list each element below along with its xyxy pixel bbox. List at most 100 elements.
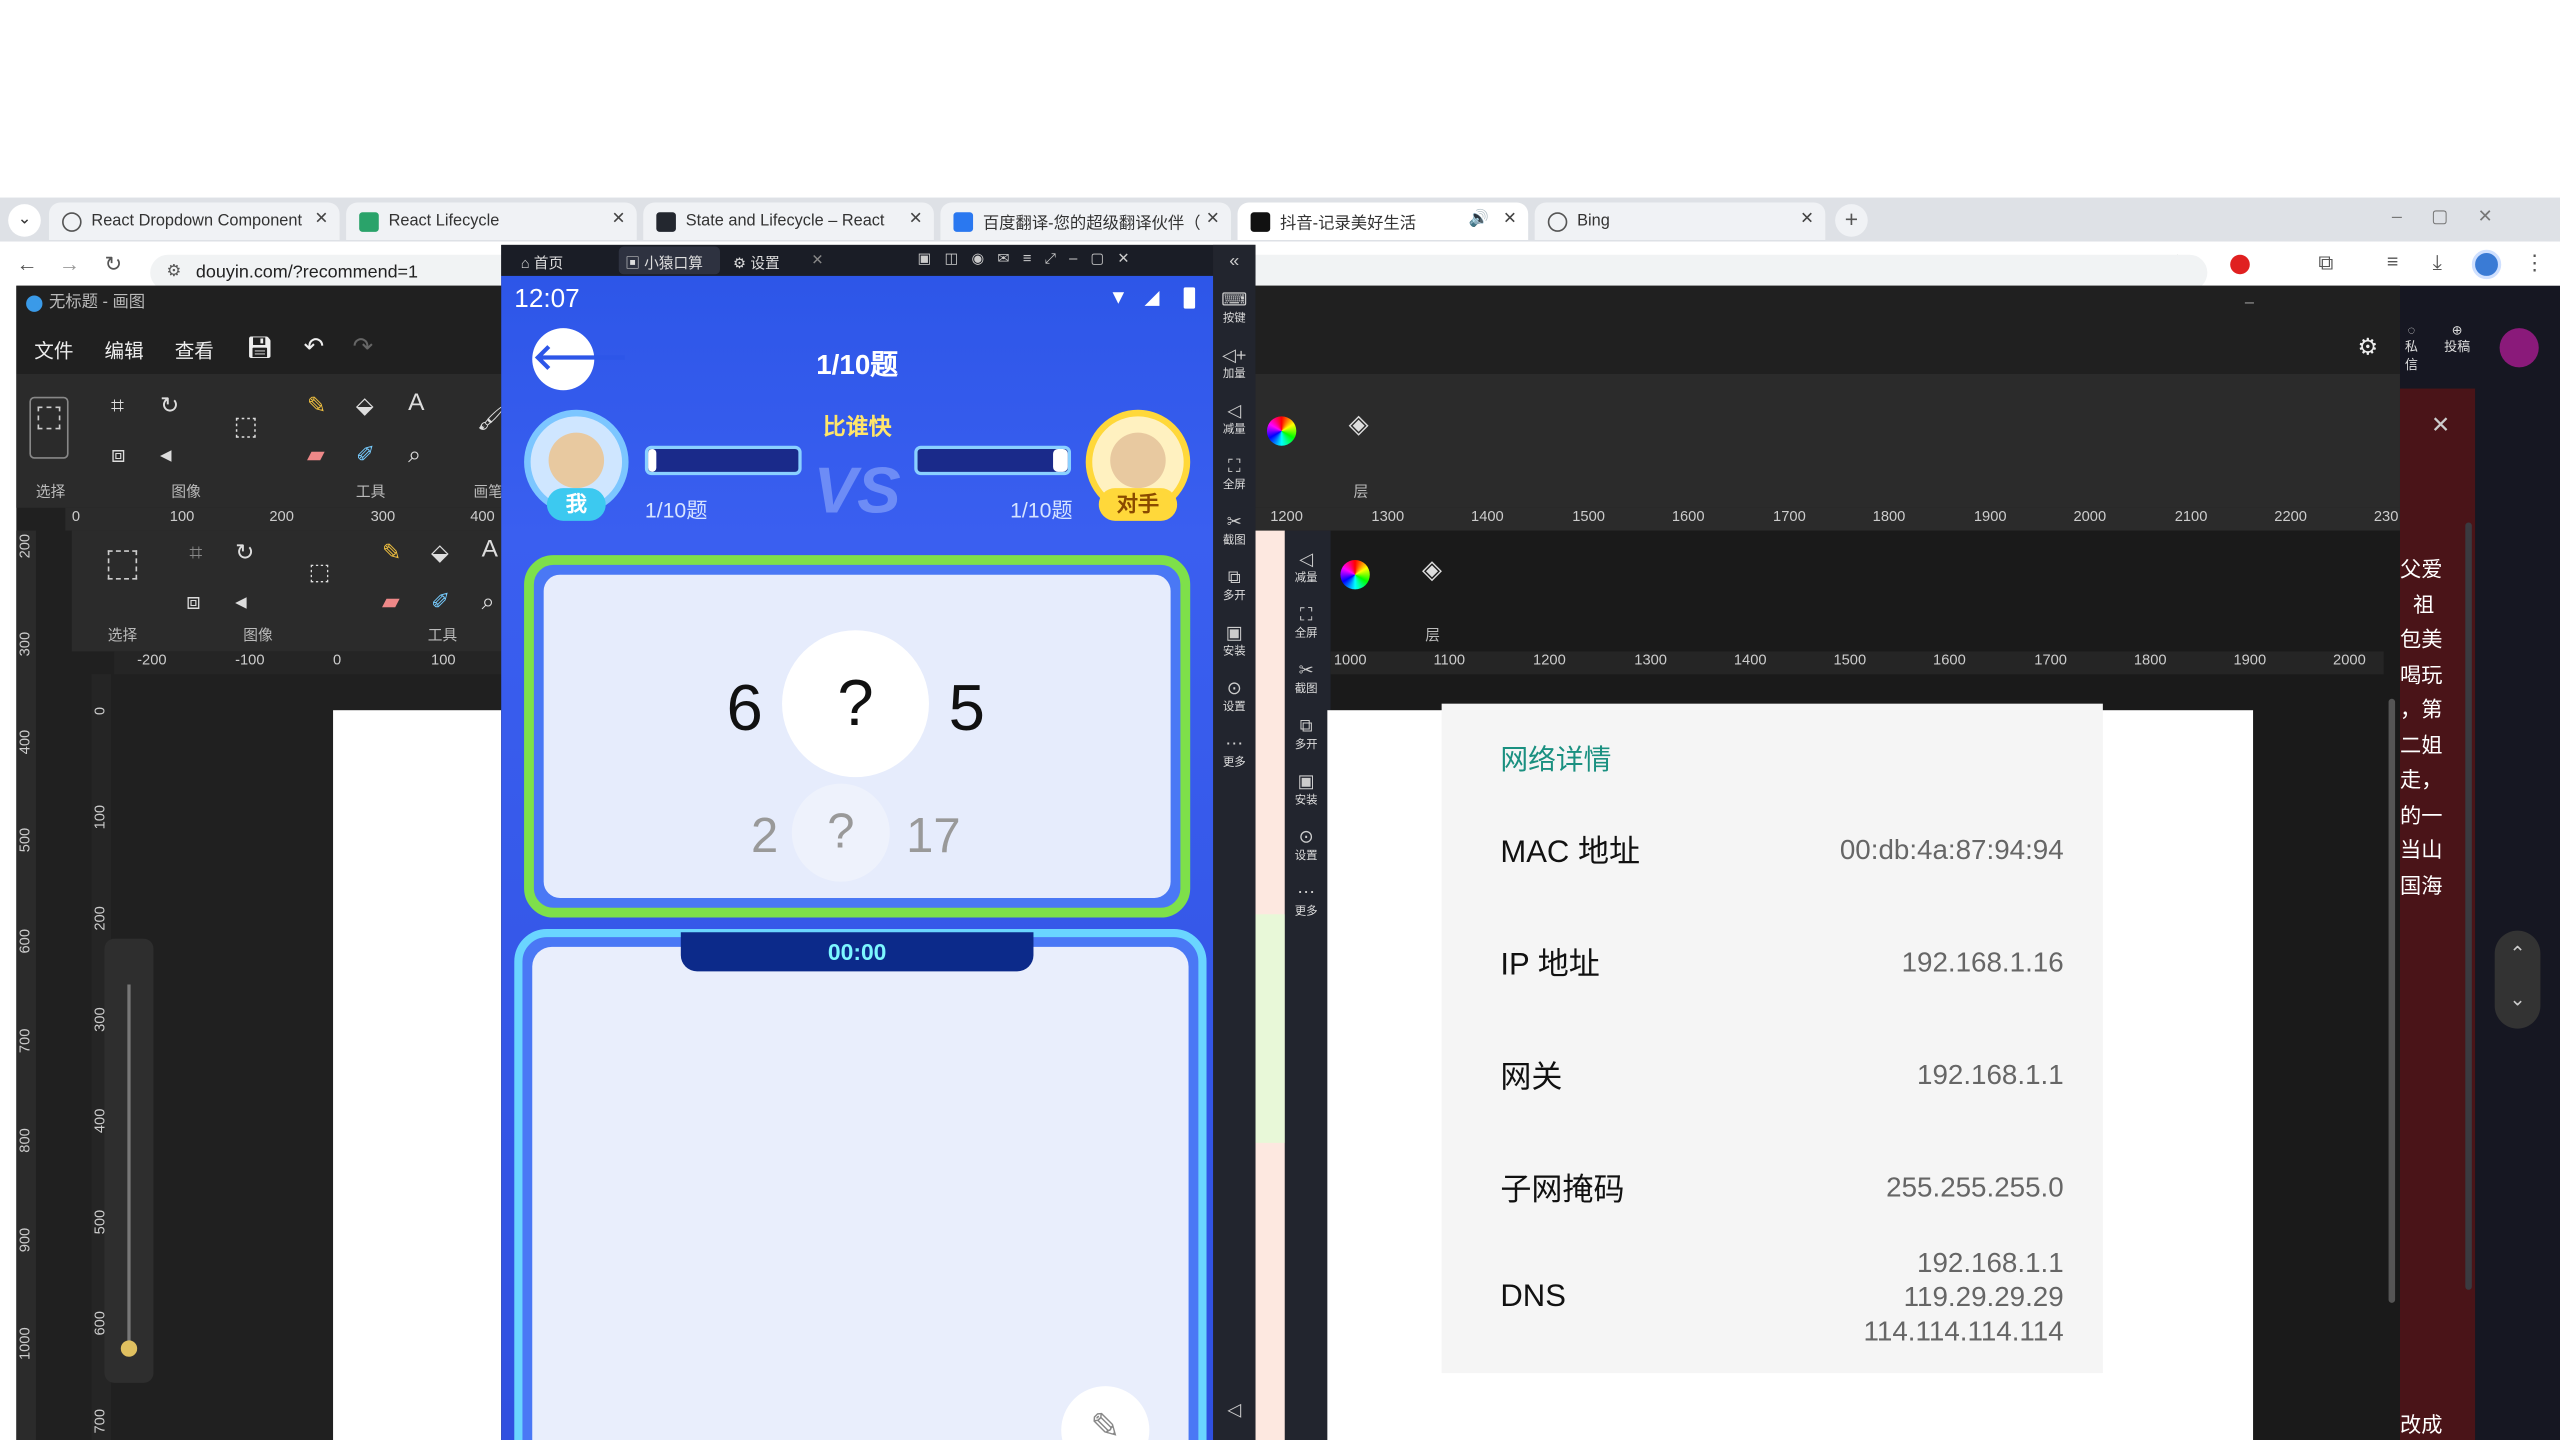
answer-card[interactable] bbox=[514, 928, 1207, 1440]
pencil-icon[interactable]: ✎ bbox=[307, 393, 326, 416]
keys-button[interactable]: ⌨ 按键 bbox=[1213, 291, 1255, 327]
save-icon[interactable]: 💾︎ bbox=[247, 335, 274, 361]
menu-edit[interactable]: 编辑 bbox=[104, 336, 143, 364]
tab-search-button[interactable]: ⌄ bbox=[8, 204, 41, 237]
zoom-handle[interactable] bbox=[120, 1340, 138, 1357]
flip-icon[interactable]: ◂ bbox=[235, 589, 246, 612]
speaker-icon[interactable]: 🔊 bbox=[1469, 211, 1489, 229]
magnifier-icon[interactable]: ⌕ bbox=[482, 589, 495, 612]
back-button[interactable]: 🡐 bbox=[532, 328, 629, 391]
settings-tab[interactable]: ⚙ 设置 bbox=[733, 251, 780, 272]
text-icon[interactable]: A bbox=[408, 390, 424, 415]
close-icon[interactable]: ✕ bbox=[1206, 211, 1220, 229]
zoom-slider[interactable] bbox=[104, 938, 154, 1383]
more-button[interactable]: ⋯ 更多 bbox=[1285, 883, 1327, 919]
text-icon[interactable]: A bbox=[482, 537, 498, 561]
douyin-user-avatar[interactable] bbox=[2499, 328, 2539, 368]
flip-icon[interactable]: ◂ bbox=[160, 442, 171, 465]
extension-red-icon[interactable] bbox=[2230, 254, 2250, 275]
volume-down-button[interactable]: ◁ 减量 bbox=[1213, 402, 1255, 438]
fullscreen-button[interactable]: ⛶ 全屏 bbox=[1213, 457, 1255, 493]
color-picker-icon[interactable]: ✐ bbox=[431, 589, 450, 612]
multi-open-button[interactable]: ⧉ 多开 bbox=[1285, 717, 1327, 753]
android-back-icon[interactable]: ◁ bbox=[1213, 1401, 1255, 1421]
new-tab-button[interactable]: + bbox=[1835, 204, 1868, 237]
more-button[interactable]: ⋯ 更多 bbox=[1213, 735, 1255, 771]
select-tool[interactable] bbox=[29, 396, 69, 459]
back-icon[interactable]: ← bbox=[16, 251, 37, 275]
eraser-icon[interactable]: ▰ bbox=[382, 589, 400, 612]
close-icon[interactable]: ✕ bbox=[314, 211, 328, 229]
vertical-scrollbar[interactable] bbox=[2388, 698, 2396, 1303]
douyin-up-button[interactable]: ⌃ ⌄ bbox=[2494, 930, 2541, 1029]
layers-icon[interactable]: ◈ bbox=[1349, 412, 1369, 438]
close-icon[interactable]: ✕ bbox=[1503, 211, 1517, 229]
menu-view[interactable]: 查看 bbox=[175, 336, 214, 364]
resize-icon[interactable]: ⧈ bbox=[186, 589, 201, 612]
ruler-vertical: 200 300 400 500 600 700 800 900 1000 bbox=[16, 530, 36, 1440]
browser-tab-active[interactable]: 抖音-记录美好生活 🔊 ✕ bbox=[1237, 202, 1529, 240]
browser-tab[interactable]: React Lifecycle ✕ bbox=[346, 202, 637, 240]
douyin-close-icon[interactable]: ✕ bbox=[2431, 411, 2450, 439]
close-icon[interactable]: ✕ bbox=[612, 211, 626, 229]
browser-tab[interactable]: Bing ✕ bbox=[1534, 202, 1826, 240]
fill-icon[interactable]: ⬙ bbox=[431, 540, 449, 563]
settings-button[interactable]: ⊙ 设置 bbox=[1213, 679, 1255, 715]
question-progress-title: 1/10题 bbox=[816, 349, 899, 381]
window-controls[interactable]: –▢✕ bbox=[2392, 206, 2555, 227]
question1-operator-slot[interactable]: ? bbox=[782, 630, 929, 778]
redo-icon[interactable]: ↷ bbox=[353, 331, 374, 361]
collapse-icon[interactable]: « bbox=[1213, 251, 1255, 271]
question1-left: 6 bbox=[726, 672, 763, 745]
layers-icon[interactable]: ◈ bbox=[1422, 558, 1442, 584]
tab-list-icon[interactable]: ≡ bbox=[2387, 250, 2398, 273]
settings-button[interactable]: ⊙ 设置 bbox=[1285, 828, 1327, 864]
magnifier-icon[interactable]: ⌕ bbox=[408, 442, 421, 465]
undo-icon[interactable]: ↶ bbox=[304, 331, 325, 361]
douyin-post-icon[interactable]: ⊕ 投稿 bbox=[2442, 323, 2471, 356]
background-remove-icon[interactable]: ⬚ bbox=[233, 414, 258, 440]
browser-tab[interactable]: React Dropdown Component ✕ bbox=[48, 202, 340, 240]
emulator-toolbar-icons[interactable]: ▣◫◉✉≡⤢–▢✕ bbox=[918, 250, 1143, 268]
profile-avatar[interactable] bbox=[2471, 249, 2502, 280]
close-icon[interactable]: ✕ bbox=[909, 211, 923, 229]
rotate-icon[interactable]: ↻ bbox=[160, 393, 179, 416]
reload-icon[interactable]: ↻ bbox=[104, 251, 122, 277]
crop-icon[interactable]: ⌗ bbox=[111, 393, 124, 416]
settings-icon[interactable]: ⚙ bbox=[2358, 333, 2379, 361]
home-tab[interactable]: ⌂ 首页 bbox=[521, 251, 563, 272]
forward-icon[interactable]: → bbox=[59, 251, 80, 275]
screenshot-button[interactable]: ✂ 截图 bbox=[1213, 513, 1255, 549]
pencil-icon[interactable]: ✎ bbox=[382, 540, 401, 563]
douyin-messages-icon[interactable]: ◌ 私信 bbox=[2400, 323, 2423, 374]
color-picker-icon[interactable]: ✐ bbox=[356, 442, 375, 465]
multi-open-button[interactable]: ⧉ 多开 bbox=[1213, 568, 1255, 604]
volume-up-button[interactable]: ◁+ 加量 bbox=[1213, 346, 1255, 382]
download-icon[interactable]: ⤓ bbox=[2433, 250, 2442, 276]
eraser-icon[interactable]: ▰ bbox=[307, 442, 325, 465]
resize-icon[interactable]: ⧈ bbox=[111, 442, 126, 465]
background-remove-icon[interactable]: ⬚ bbox=[309, 560, 331, 583]
fullscreen-button[interactable]: ⛶ 全屏 bbox=[1285, 606, 1327, 642]
douyin-scrollbar[interactable] bbox=[2465, 522, 2472, 1290]
app-tab-active[interactable]: ▣ 小猿口算 ✕ bbox=[618, 246, 720, 289]
color-wheel-icon[interactable] bbox=[1266, 416, 1297, 446]
inner-select-tool[interactable] bbox=[107, 550, 138, 580]
extensions-icon[interactable]: ⧉ bbox=[2318, 250, 2333, 276]
menu-icon[interactable]: ⋮ bbox=[2524, 250, 2545, 276]
install-button[interactable]: ▣ 安装 bbox=[1285, 772, 1327, 808]
close-icon[interactable]: ✕ bbox=[1800, 211, 1814, 229]
browser-tab[interactable]: State and Lifecycle – React ✕ bbox=[643, 202, 934, 240]
color-wheel-icon[interactable] bbox=[1340, 559, 1370, 590]
menu-file[interactable]: 文件 bbox=[34, 336, 73, 364]
install-button[interactable]: ▣ 安装 bbox=[1213, 624, 1255, 660]
network-details-card: 网络详情 MAC 地址 00:db:4a:87:94:94 IP 地址 192.16… bbox=[1441, 703, 2103, 1374]
fill-icon[interactable]: ⬙ bbox=[356, 393, 374, 416]
text-line: 当山 bbox=[2399, 837, 2443, 863]
close-icon[interactable]: ✕ bbox=[811, 251, 823, 269]
screenshot-button[interactable]: ✂ 截图 bbox=[1285, 661, 1327, 697]
crop-icon[interactable]: ⌗ bbox=[189, 540, 202, 563]
browser-tab[interactable]: 百度翻译-您的超级翻译伙伴（ ✕ bbox=[940, 202, 1232, 240]
rotate-icon[interactable]: ↻ bbox=[235, 540, 254, 563]
volume-down-button[interactable]: ◁ 减量 bbox=[1285, 550, 1327, 586]
